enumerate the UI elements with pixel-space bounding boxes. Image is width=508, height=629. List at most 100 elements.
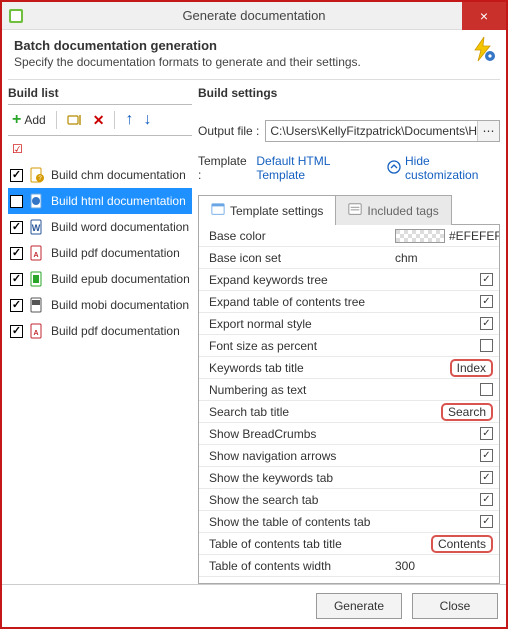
text-value: 300 bbox=[395, 559, 415, 573]
template-settings-panel: Base color#EFEFEFBase icon setchmExpand … bbox=[198, 224, 500, 584]
build-item-label: Build chm documentation bbox=[51, 168, 186, 182]
tab-template-settings[interactable]: Template settings bbox=[198, 195, 336, 225]
property-name: Expand keywords tree bbox=[209, 273, 389, 287]
build-item-checkbox[interactable]: ✓ bbox=[10, 221, 23, 234]
document-type-icon bbox=[29, 193, 45, 209]
template-link[interactable]: Default HTML Template bbox=[256, 154, 375, 182]
check-all-button[interactable]: ☑ bbox=[10, 140, 25, 158]
rename-build-button[interactable] bbox=[65, 110, 85, 130]
property-value[interactable]: Contents bbox=[389, 535, 499, 553]
move-down-button[interactable]: ↓ bbox=[141, 109, 153, 131]
property-value[interactable]: chm bbox=[389, 251, 499, 265]
property-checkbox[interactable]: ✓ bbox=[480, 295, 493, 308]
property-row: Show the table of contents tab✓ bbox=[199, 511, 499, 533]
property-value[interactable]: ✓ bbox=[389, 317, 499, 330]
template-row: Template : Default HTML Template Hide cu… bbox=[198, 154, 500, 182]
property-name: Search tab title bbox=[209, 405, 389, 419]
output-file-label: Output file : bbox=[198, 124, 259, 138]
output-file-row: Output file : C:\Users\KellyFitzpatrick\… bbox=[198, 120, 500, 142]
property-value[interactable]: ✓ bbox=[389, 493, 499, 506]
property-checkbox[interactable]: ✓ bbox=[480, 273, 493, 286]
close-button[interactable]: Close bbox=[412, 593, 498, 619]
color-swatch[interactable] bbox=[395, 229, 445, 243]
add-build-button[interactable]: + Add bbox=[10, 111, 48, 129]
build-item-checkbox[interactable]: ✓ bbox=[10, 247, 23, 260]
build-list-item[interactable]: ✓ABuild pdf documentation bbox=[8, 318, 192, 344]
property-name: Show navigation arrows bbox=[209, 449, 389, 463]
build-list: ✓? Build chm documentation Build html docu… bbox=[8, 162, 192, 344]
document-type-icon: ? bbox=[29, 167, 45, 183]
property-value[interactable]: ✓ bbox=[389, 273, 499, 286]
app-icon bbox=[8, 8, 24, 24]
property-value[interactable]: ✓ bbox=[389, 471, 499, 484]
property-name: Expand table of contents tree bbox=[209, 295, 389, 309]
property-name: Show BreadCrumbs bbox=[209, 427, 389, 441]
build-item-checkbox[interactable]: ✓ bbox=[10, 169, 23, 182]
hide-customization-link[interactable]: Hide customization bbox=[387, 154, 500, 182]
close-window-button[interactable]: × bbox=[462, 2, 506, 30]
move-up-button[interactable]: ↑ bbox=[123, 109, 135, 131]
build-list-item[interactable]: ✓ABuild pdf documentation bbox=[8, 240, 192, 266]
property-row: Export normal style ✓ bbox=[199, 313, 499, 335]
property-value[interactable]: ✓ bbox=[389, 515, 499, 528]
color-hex: #EFEFEF bbox=[449, 229, 500, 243]
property-name: Base icon set bbox=[209, 251, 389, 265]
template-label: Template : bbox=[198, 154, 250, 182]
output-file-field[interactable]: C:\Users\KellyFitzpatrick\Documents\Help… bbox=[265, 120, 500, 142]
build-item-label: Build pdf documentation bbox=[51, 324, 180, 338]
header-subtitle: Specify the documentation formats to gen… bbox=[14, 55, 494, 69]
property-name: Export normal style bbox=[209, 317, 389, 331]
property-name: Table of contents width bbox=[209, 559, 389, 573]
property-value[interactable]: #EFEFEF bbox=[389, 229, 500, 243]
property-checkbox[interactable]: ✓ bbox=[480, 449, 493, 462]
check-all-icon: ☑ bbox=[12, 142, 23, 156]
build-item-label: Build mobi documentation bbox=[51, 298, 189, 312]
property-checkbox[interactable] bbox=[480, 339, 493, 352]
build-item-checkbox[interactable] bbox=[10, 195, 23, 208]
window-title: Generate documentation bbox=[2, 8, 506, 23]
ellipsis-icon: ⋯ bbox=[483, 124, 495, 138]
build-list-item[interactable]: ✓ Build mobi documentation bbox=[8, 292, 192, 318]
build-list-toolbar: + Add ✕ ↑ ↓ bbox=[8, 104, 192, 136]
property-checkbox[interactable] bbox=[480, 383, 493, 396]
property-row: Expand keywords tree ✓ bbox=[199, 269, 499, 291]
property-row: Table of contents tab titleContents bbox=[199, 533, 499, 555]
highlighted-value: Index bbox=[450, 359, 493, 377]
build-list-item[interactable]: ✓? Build chm documentation bbox=[8, 162, 192, 188]
build-item-checkbox[interactable]: ✓ bbox=[10, 325, 23, 338]
build-item-checkbox[interactable]: ✓ bbox=[10, 299, 23, 312]
build-list-item[interactable]: ✓Build epub documentation bbox=[8, 266, 192, 292]
property-name: Show the search tab bbox=[209, 493, 389, 507]
property-checkbox[interactable]: ✓ bbox=[480, 427, 493, 440]
build-list-item[interactable]: Build html documentation bbox=[8, 188, 192, 214]
settings-tabs: Template settings Included tags bbox=[198, 194, 500, 224]
property-value[interactable]: ✓ bbox=[389, 427, 499, 440]
property-row: Numbering as text bbox=[199, 379, 499, 401]
property-value[interactable]: ✓ bbox=[389, 449, 499, 462]
tab-label: Included tags bbox=[367, 204, 438, 218]
property-checkbox[interactable]: ✓ bbox=[480, 471, 493, 484]
generate-button[interactable]: Generate bbox=[316, 593, 402, 619]
property-row: Expand table of contents tree ✓ bbox=[199, 291, 499, 313]
property-checkbox[interactable]: ✓ bbox=[480, 317, 493, 330]
output-file-browse-button[interactable]: ⋯ bbox=[477, 121, 499, 141]
tab-included-tags[interactable]: Included tags bbox=[335, 195, 451, 225]
property-value[interactable] bbox=[389, 339, 499, 352]
output-file-value: C:\Users\KellyFitzpatrick\Documents\Help… bbox=[266, 124, 477, 138]
property-value[interactable]: Index bbox=[389, 359, 499, 377]
property-row: Font size as percent bbox=[199, 335, 499, 357]
property-value[interactable] bbox=[389, 383, 499, 396]
property-checkbox[interactable]: ✓ bbox=[480, 493, 493, 506]
delete-build-button[interactable]: ✕ bbox=[91, 110, 107, 131]
build-item-checkbox[interactable]: ✓ bbox=[10, 273, 23, 286]
template-settings-icon bbox=[211, 202, 225, 219]
property-row: Table of contents width 300 bbox=[199, 555, 499, 577]
toolbar-separator bbox=[114, 111, 115, 129]
property-checkbox[interactable]: ✓ bbox=[480, 515, 493, 528]
property-row: Base color #EFEFEF bbox=[199, 225, 499, 247]
property-value[interactable]: 300 bbox=[389, 559, 499, 573]
build-list-item[interactable]: ✓WBuild word documentation bbox=[8, 214, 192, 240]
property-value[interactable]: Search bbox=[389, 403, 499, 421]
property-name: Base color bbox=[209, 229, 389, 243]
property-value[interactable]: ✓ bbox=[389, 295, 499, 308]
